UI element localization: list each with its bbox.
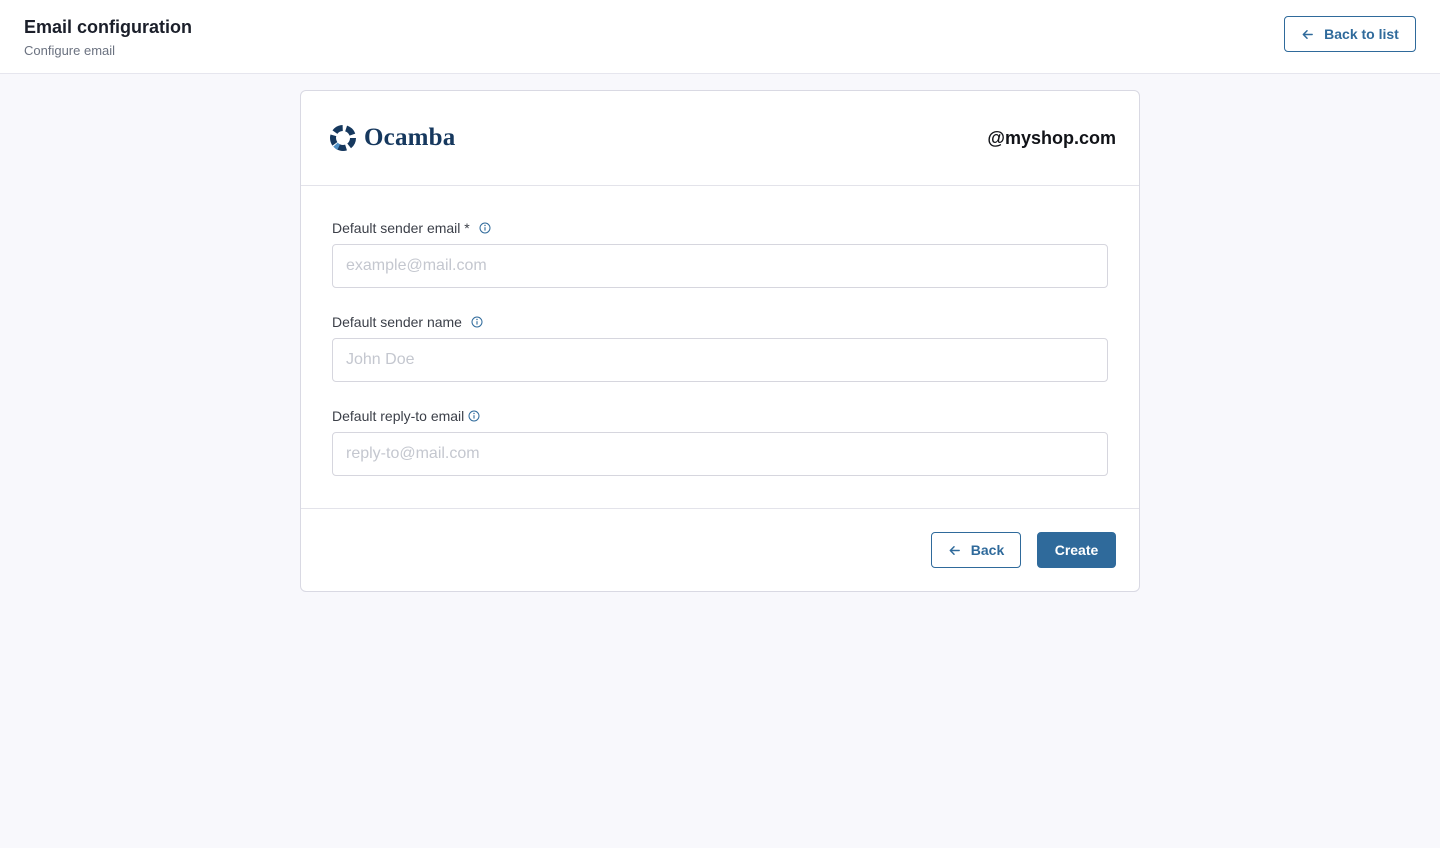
- domain-label: @myshop.com: [987, 128, 1116, 148]
- arrow-left-icon: [1302, 29, 1314, 39]
- create-button[interactable]: Create: [1037, 532, 1116, 568]
- back-button-label: Back: [970, 542, 1005, 558]
- page-subtitle: Configure email: [24, 43, 116, 58]
- sender-name-label-text: Default sender name: [332, 314, 462, 330]
- info-icon[interactable]: [468, 410, 480, 422]
- sender-email-label-text: Default sender email *: [332, 220, 470, 236]
- card-header: Ocamba @myshop.com: [301, 91, 1139, 186]
- logo-text: Ocamba: [364, 124, 456, 151]
- ocamba-logo-icon: [330, 125, 356, 151]
- info-icon[interactable]: [471, 316, 483, 328]
- arrow-left-icon: [949, 545, 960, 555]
- reply-to-email-label-text: Default reply-to email: [332, 408, 465, 424]
- card-footer: Back Create: [301, 508, 1139, 591]
- back-to-list-button[interactable]: Back to list: [1284, 16, 1416, 52]
- back-button[interactable]: Back: [931, 532, 1021, 568]
- brand-logo: Ocamba: [328, 123, 455, 153]
- top-bar: Email configuration Configure email Back…: [0, 0, 1440, 74]
- sender-name-label: Default sender name: [332, 314, 483, 330]
- back-to-list-label: Back to list: [1324, 26, 1399, 42]
- sender-email-label: Default sender email *: [332, 220, 491, 236]
- page-title: Email configuration: [24, 17, 193, 37]
- reply-to-email-label: Default reply-to email: [332, 408, 480, 424]
- sender-name-input[interactable]: [332, 338, 1108, 382]
- email-config-card: Ocamba @myshop.com Default sender email …: [300, 90, 1140, 592]
- reply-to-email-input[interactable]: [332, 432, 1108, 476]
- sender-email-input[interactable]: [332, 244, 1108, 288]
- info-icon[interactable]: [479, 222, 491, 234]
